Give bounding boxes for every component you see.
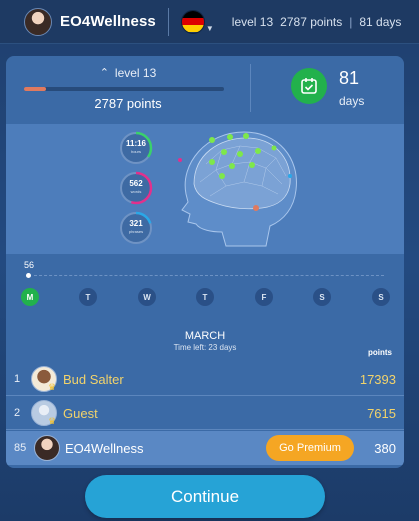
leaderboard: MARCH Time left: 23 days points 1 ♛ Bud … <box>6 324 404 468</box>
crown-icon: ♛ <box>48 416 57 426</box>
brain-panel: 11:16 hours 562 words 321 phrases <box>6 124 404 254</box>
header-separator: | <box>349 14 353 29</box>
row-name: Bud Salter <box>63 372 124 387</box>
phrases-ring-graphic <box>119 211 153 245</box>
day-saturday[interactable]: S <box>313 288 331 306</box>
words-ring: 562 words <box>118 170 154 206</box>
go-premium-button[interactable]: Go Premium <box>266 435 354 461</box>
time-ring: 11:16 hours <box>118 130 154 166</box>
days-label: days <box>339 94 365 108</box>
leaderboard-row[interactable]: 1 ♛ Bud Salter 17393 <box>6 362 404 396</box>
row-name: EO4Wellness <box>65 441 144 456</box>
phrases-ring: 321 phrases <box>118 210 154 246</box>
header-level: level 13 <box>231 14 274 29</box>
row-rank: 2 <box>14 407 21 419</box>
calendar-check-icon <box>291 68 327 104</box>
header-days: 81 days <box>359 14 402 29</box>
day-thursday[interactable]: T <box>196 288 214 306</box>
header-stats: level 13 2787 points | 81 days <box>232 15 402 29</box>
time-ring-graphic <box>119 131 153 165</box>
day-tuesday[interactable]: T <box>79 288 97 306</box>
crown-icon: ♛ <box>48 382 57 392</box>
level-label: level 13 <box>114 66 157 80</box>
header-divider <box>167 7 169 36</box>
time-unit: hours <box>130 149 141 154</box>
row-score: 17393 <box>359 372 396 387</box>
phrases-unit: phrases <box>128 229 144 234</box>
level-progress-bar <box>24 87 224 91</box>
leaderboard-row-me[interactable]: 85 EO4Wellness Go Premium 380 <box>6 431 404 465</box>
continue-button[interactable]: Continue <box>85 475 325 518</box>
phrases-value: 321 <box>129 219 143 228</box>
germany-flag-icon[interactable] <box>180 9 205 34</box>
brain-head-illustration <box>178 131 297 247</box>
leaderboard-time-left: Time left: 23 days <box>173 343 237 352</box>
week-timeline <box>34 275 384 276</box>
progress-card: ⌃ level 13 2787 points 81 days 11:16 hou… <box>6 56 404 468</box>
day-friday[interactable]: F <box>255 288 273 306</box>
row-name: Guest <box>63 406 98 421</box>
avatar <box>34 435 60 461</box>
level-progress-fill <box>24 87 46 91</box>
chevron-up-icon: ⌃ <box>99 67 109 79</box>
top-bar: EO4Wellness ▼ level 13 2787 points | 81 … <box>0 0 419 44</box>
day-wednesday[interactable]: W <box>138 288 156 306</box>
row-score: 7615 <box>367 406 396 421</box>
words-ring-graphic <box>119 171 153 205</box>
chevron-down-icon[interactable]: ▼ <box>206 24 214 33</box>
username: EO4Wellness <box>60 13 156 30</box>
week-marker <box>26 273 31 278</box>
header-points: 2787 points <box>280 14 343 29</box>
time-value: 11:16 <box>125 139 147 148</box>
row-rank: 1 <box>14 373 21 385</box>
week-count: 56 <box>24 260 35 270</box>
row-rank: 85 <box>14 442 27 454</box>
leaderboard-row[interactable]: 2 ♛ Guest 7615 <box>6 396 404 430</box>
stats-row: ⌃ level 13 2787 points 81 days <box>6 56 404 120</box>
row-score: 380 <box>374 441 396 456</box>
points-label: 2787 points <box>94 96 162 111</box>
leaderboard-month: MARCH <box>184 330 226 342</box>
user-avatar[interactable] <box>24 7 52 36</box>
week-panel: 56 M T W T F S S <box>6 258 404 312</box>
day-monday[interactable]: M <box>21 288 39 306</box>
leaderboard-points-header: points <box>368 348 392 357</box>
day-sunday[interactable]: S <box>372 288 390 306</box>
level-label-line: ⌃ level 13 <box>6 66 250 80</box>
days-count: 81 <box>339 68 360 88</box>
words-value: 562 <box>129 179 143 188</box>
level-box: ⌃ level 13 2787 points <box>6 56 250 120</box>
words-unit: words <box>130 189 142 194</box>
days-box: 81 days <box>251 56 404 120</box>
